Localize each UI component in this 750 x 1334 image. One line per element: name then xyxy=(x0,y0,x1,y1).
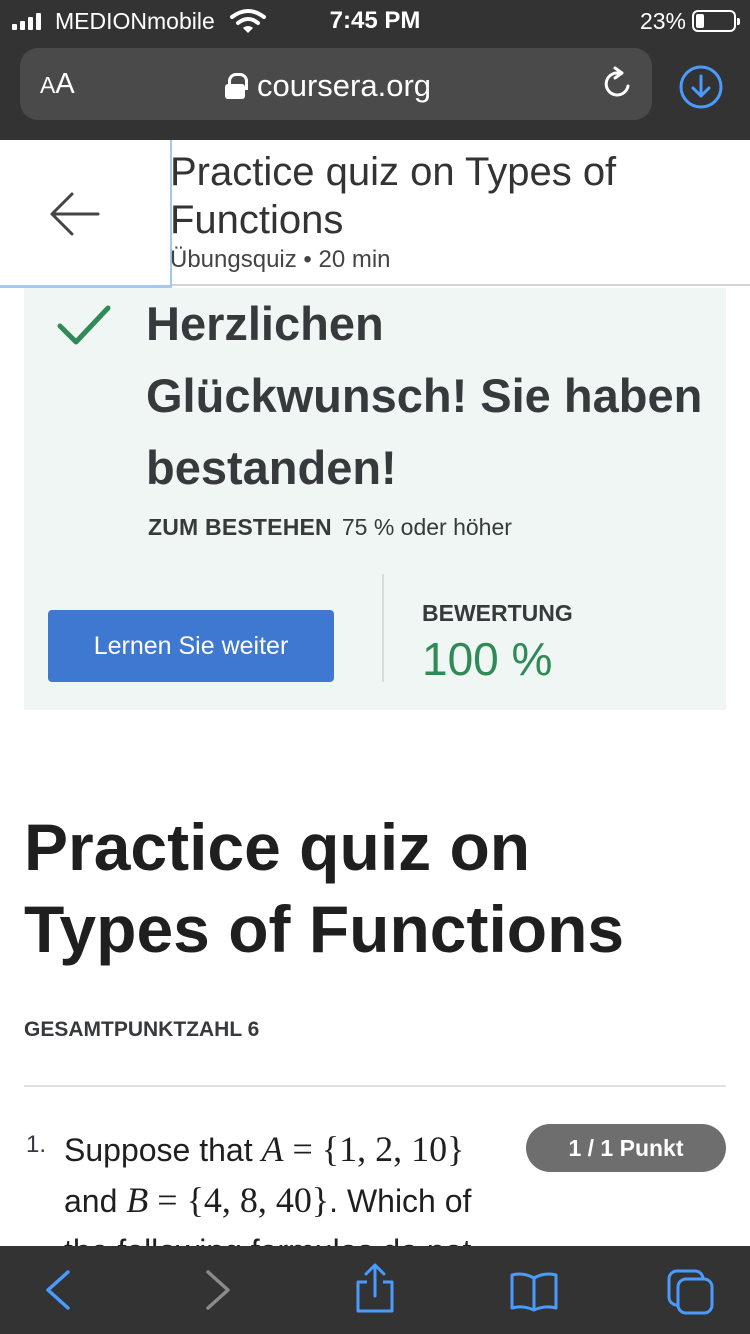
address-bar[interactable]: AA coursera.org xyxy=(20,48,652,120)
battery-icon xyxy=(692,10,740,32)
share-icon[interactable] xyxy=(354,1262,396,1314)
status-bar: MEDIONmobile 7:45 PM 23% xyxy=(0,0,750,40)
arrow-left-icon xyxy=(50,192,100,236)
tabs-icon[interactable] xyxy=(666,1268,716,1316)
page-title: Practice quiz on Types of Functions xyxy=(24,810,625,966)
continue-learning-button[interactable]: Lernen Sie weiter xyxy=(48,610,334,682)
grade-label: BEWERTUNG xyxy=(422,600,573,626)
browser-address-area: AA coursera.org xyxy=(0,40,750,140)
grade-value: 100 % xyxy=(422,633,553,685)
result-panel: Herzlichen Glückwunsch! Sie haben bestan… xyxy=(24,288,726,710)
quiz-header: Practice quiz on Types of Functions Übun… xyxy=(0,140,750,288)
passing-requirement: ZUM BESTEHEN 75 % oder höher xyxy=(148,514,512,541)
pass-value: 75 % oder höher xyxy=(341,514,512,540)
header-divider xyxy=(172,284,750,286)
url-display[interactable]: coursera.org xyxy=(225,68,431,104)
download-icon[interactable] xyxy=(678,64,724,110)
question-number: 1. xyxy=(26,1131,47,1158)
chevron-left-icon[interactable] xyxy=(40,1268,76,1312)
success-message: Herzlichen Glückwunsch! Sie haben bestan… xyxy=(146,297,703,494)
pass-label: ZUM BESTEHEN xyxy=(148,514,332,540)
chevron-right-icon[interactable] xyxy=(200,1268,236,1312)
battery-fill xyxy=(696,14,705,28)
points-badge: 1 / 1 Punkt xyxy=(526,1124,726,1172)
content-divider xyxy=(24,1085,726,1087)
reload-icon[interactable] xyxy=(600,66,636,102)
vertical-divider xyxy=(382,574,384,682)
quiz-header-title: Practice quiz on Types of Functions xyxy=(170,150,617,242)
clock: 7:45 PM xyxy=(329,7,421,34)
url-text: coursera.org xyxy=(257,68,432,103)
battery-percentage: 23% xyxy=(639,8,686,34)
text-size-button[interactable]: AA xyxy=(40,68,75,101)
browser-toolbar xyxy=(0,1246,750,1334)
check-icon xyxy=(57,305,111,345)
quiz-meta: Übungsquiz • 20 min xyxy=(170,246,391,273)
back-button[interactable] xyxy=(0,140,172,288)
bookmarks-icon[interactable] xyxy=(508,1270,560,1312)
total-points: GESAMTPUNKTZAHL 6 xyxy=(24,1018,260,1041)
lock-icon xyxy=(225,73,248,99)
